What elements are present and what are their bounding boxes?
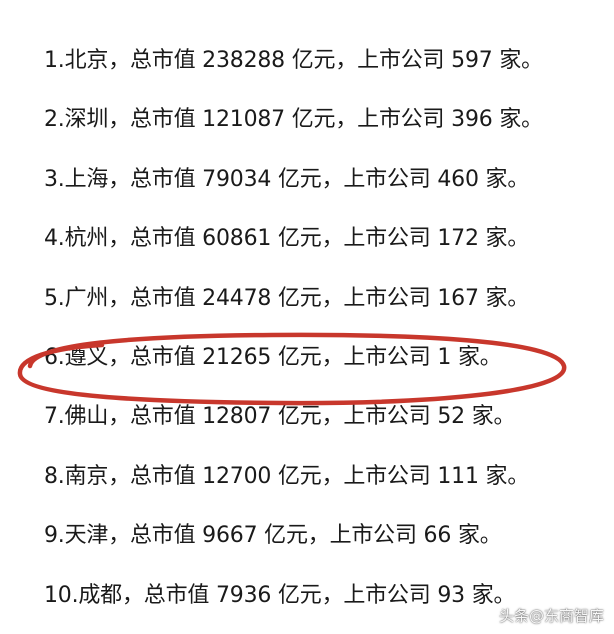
list-item-highlighted: 6.遵义，总市值 21265 亿元，上市公司 1 家。 — [44, 344, 502, 370]
list-item: 9.天津，总市值 9667 亿元，上市公司 66 家。 — [44, 523, 502, 549]
document-page: 1.北京，总市值 238288 亿元，上市公司 597 家。 2.深圳，总市值 … — [0, 0, 614, 634]
list-item: 1.北京，总市值 238288 亿元，上市公司 597 家。 — [44, 48, 543, 73]
list-item: 2.深圳，总市值 121087 亿元，上市公司 396 家。 — [44, 107, 543, 133]
list-item: 4.杭州，总市值 60861 亿元，上市公司 172 家。 — [44, 226, 530, 252]
city-ranking-list: 1.北京，总市值 238288 亿元，上市公司 597 家。 2.深圳，总市值 … — [44, 38, 543, 632]
watermark-text: 头条@东商智库 — [498, 607, 604, 625]
list-item: 7.佛山，总市值 12807 亿元，上市公司 52 家。 — [44, 404, 516, 430]
list-item: 5.广州，总市值 24478 亿元，上市公司 167 家。 — [44, 285, 530, 311]
list-item: 8.南京，总市值 12700 亿元，上市公司 111 家。 — [44, 463, 530, 489]
list-item: 10.成都，总市值 7936 亿元，上市公司 93 家。 — [44, 582, 516, 608]
list-item: 3.上海，总市值 79034 亿元，上市公司 460 家。 — [44, 166, 530, 192]
